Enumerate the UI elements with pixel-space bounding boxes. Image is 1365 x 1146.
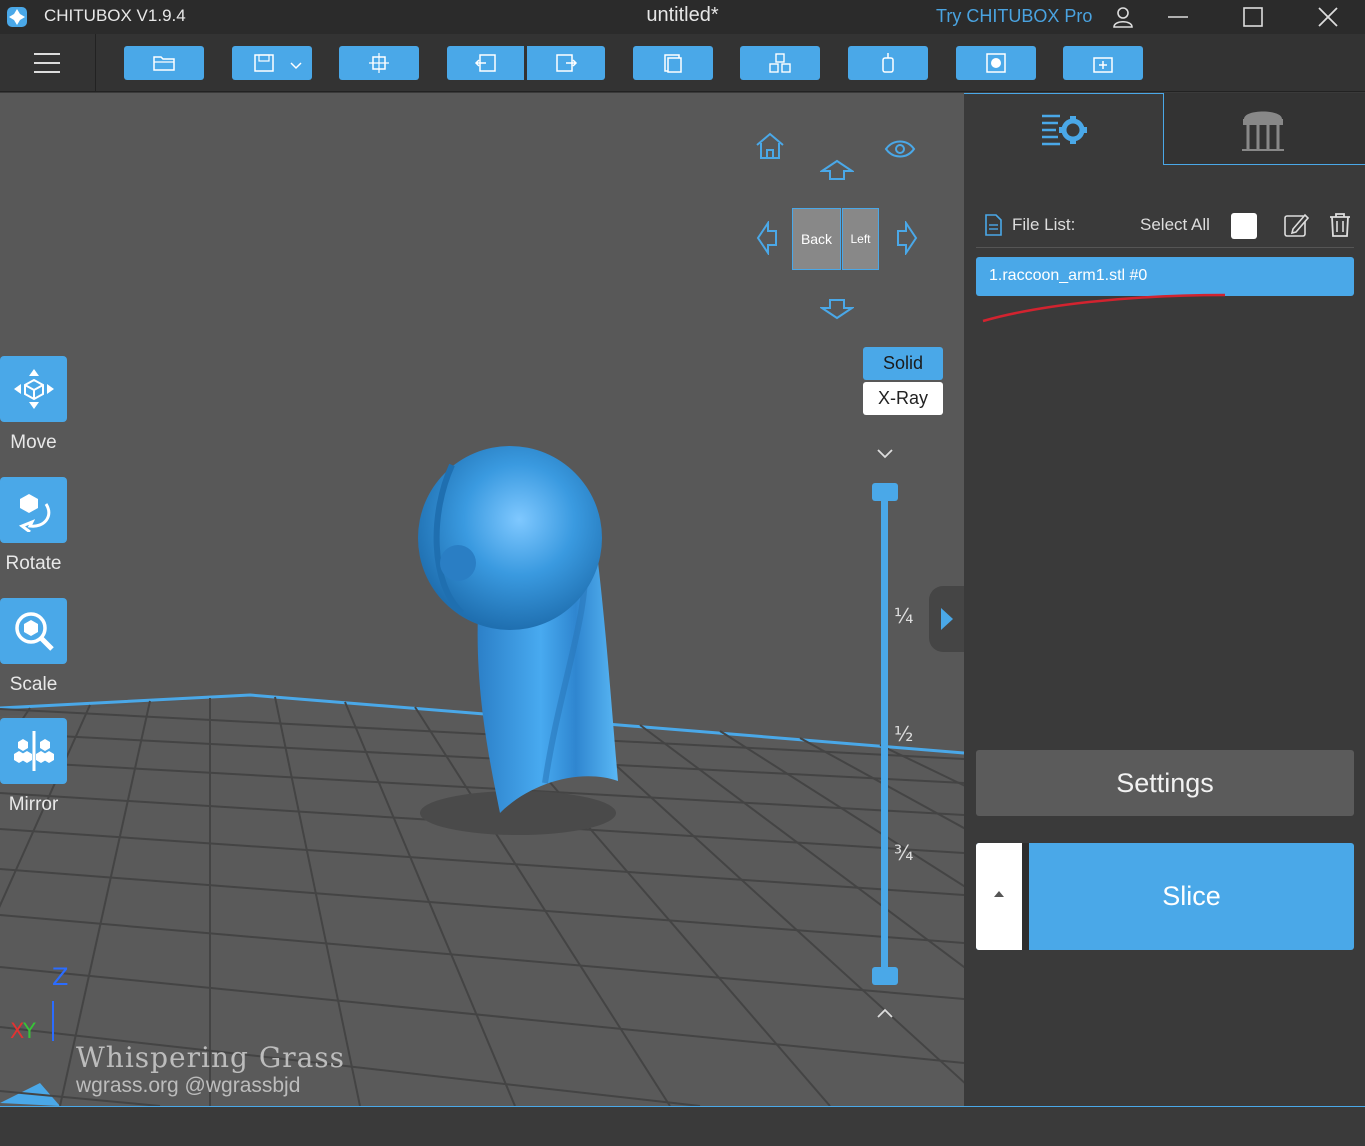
title-bar: CHITUBOX V1.9.4 untitled* Try CHITUBOX P… — [0, 0, 1365, 34]
mirror-tool-label: Mirror — [8, 794, 59, 815]
slice-divider — [1022, 843, 1029, 950]
move-tool-label: Move — [10, 432, 57, 453]
red-underline-annotation — [982, 293, 1226, 323]
axis-z-label: Z — [52, 963, 69, 991]
slice-model-button[interactable] — [339, 46, 419, 80]
slice-options-toggle[interactable] — [976, 843, 1022, 950]
file-name: 1.raccoon_arm1.stl #0 — [989, 267, 1148, 284]
copy-button[interactable] — [633, 46, 713, 80]
rotate-view-down-icon[interactable] — [820, 298, 854, 320]
layer-slider-bottom-handle[interactable] — [872, 967, 898, 985]
rotate-view-left-icon[interactable] — [756, 221, 778, 255]
layer-slider-top-handle[interactable] — [872, 483, 898, 501]
rotate-tool-button[interactable] — [0, 477, 67, 543]
scale-tool-button[interactable] — [0, 598, 67, 664]
watermark-subtitle: wgrass.org @wgrassbjd — [76, 1074, 301, 1097]
view-cube-back[interactable]: Back — [792, 208, 841, 270]
3d-viewport[interactable]: Back Left Solid X-Ray ¼ ½ ¾ Move Rotate … — [0, 93, 964, 1106]
undo-icon — [474, 54, 496, 72]
document-icon — [985, 214, 1002, 236]
close-icon[interactable] — [1315, 4, 1341, 30]
select-all-checkbox[interactable] — [1231, 213, 1257, 239]
slice-button[interactable]: Slice — [1029, 843, 1354, 950]
settings-button[interactable]: Settings — [976, 750, 1354, 816]
chitubox-logo-icon — [7, 7, 27, 27]
menu-button[interactable] — [0, 34, 96, 92]
move-icon — [13, 369, 54, 409]
chevron-down-icon — [290, 62, 302, 70]
maximize-icon[interactable] — [1240, 4, 1266, 30]
support-button[interactable] — [848, 46, 928, 80]
save-icon — [254, 54, 274, 72]
redo-button[interactable] — [527, 46, 605, 80]
hamburger-menu-icon — [34, 53, 60, 73]
minimize-icon[interactable] — [1165, 4, 1191, 30]
app-name: CHITUBOX V1.9.4 — [44, 6, 186, 25]
slider-mark-three-quarters: ¾ — [894, 841, 914, 865]
hollow-button[interactable] — [956, 46, 1036, 80]
select-all-label: Select All — [1140, 215, 1210, 234]
add-box-icon — [1093, 57, 1113, 73]
toolbar — [0, 34, 1365, 92]
slider-mark-half: ½ — [894, 722, 914, 746]
watermark-title: Whispering Grass — [76, 1041, 346, 1074]
status-bar — [0, 1106, 1365, 1146]
visibility-eye-icon[interactable] — [884, 137, 916, 161]
chevron-up-icon[interactable] — [876, 1007, 894, 1019]
xray-mode-button[interactable]: X-Ray — [863, 382, 943, 415]
side-panel: File List: Select All 1.raccoon_arm1.stl… — [964, 93, 1365, 1106]
scale-tool[interactable]: Scale — [0, 598, 67, 696]
trash-icon[interactable] — [1328, 212, 1352, 238]
file-list-label: File List: — [1012, 215, 1076, 234]
hollow-icon — [986, 53, 1006, 73]
rotate-tool[interactable]: Rotate — [0, 477, 67, 575]
slice-button-group: Slice — [976, 843, 1354, 950]
mirror-icon — [13, 731, 54, 771]
layer-slider-track[interactable] — [881, 493, 888, 975]
caret-up-icon — [994, 891, 1004, 897]
move-tool[interactable]: Move — [0, 356, 67, 454]
scale-tool-label: Scale — [9, 674, 58, 695]
copy-icon — [664, 54, 682, 73]
settings-list-icon — [1042, 114, 1087, 146]
file-list-header: File List: Select All — [976, 202, 1354, 248]
auto-arrange-icon — [769, 53, 791, 73]
axis-indicator: Z X Y — [8, 963, 78, 1053]
panel-collapse-handle[interactable] — [929, 586, 964, 652]
rotate-tool-label: Rotate — [5, 553, 62, 574]
rotate-icon — [18, 494, 50, 532]
try-pro-link[interactable]: Try CHITUBOX Pro — [936, 6, 1092, 27]
scale-icon — [14, 612, 54, 651]
mirror-tool-button[interactable] — [0, 718, 67, 784]
solid-mode-button[interactable]: Solid — [863, 347, 943, 380]
tab-model-settings[interactable] — [964, 93, 1164, 165]
tab-printer[interactable] — [1164, 93, 1365, 165]
slice-model-icon — [369, 53, 389, 73]
axis-y-label: Y — [23, 1019, 36, 1043]
mirror-tool[interactable]: Mirror — [0, 718, 67, 816]
axis-z-line — [52, 1001, 54, 1041]
rotate-view-right-icon[interactable] — [896, 221, 918, 255]
auto-arrange-button[interactable] — [740, 46, 820, 80]
document-title: untitled* — [646, 4, 719, 26]
move-tool-button[interactable] — [0, 356, 67, 422]
home-view-icon[interactable] — [754, 131, 786, 161]
open-file-button[interactable] — [124, 46, 204, 80]
rotate-view-up-icon[interactable] — [820, 159, 854, 181]
add-box-button[interactable] — [1063, 46, 1143, 80]
user-icon[interactable] — [1110, 4, 1136, 30]
slider-mark-quarter: ¼ — [894, 604, 914, 628]
undo-button[interactable] — [447, 46, 524, 80]
edit-icon[interactable] — [1283, 212, 1309, 238]
play-arrow-icon — [941, 608, 953, 630]
redo-icon — [556, 54, 578, 72]
save-button[interactable] — [232, 46, 312, 80]
support-icon — [882, 53, 894, 73]
chevron-down-icon[interactable] — [876, 448, 894, 460]
folder-open-icon — [153, 56, 175, 71]
view-cube-left[interactable]: Left — [842, 208, 879, 270]
printer-platform-icon — [1242, 111, 1284, 151]
